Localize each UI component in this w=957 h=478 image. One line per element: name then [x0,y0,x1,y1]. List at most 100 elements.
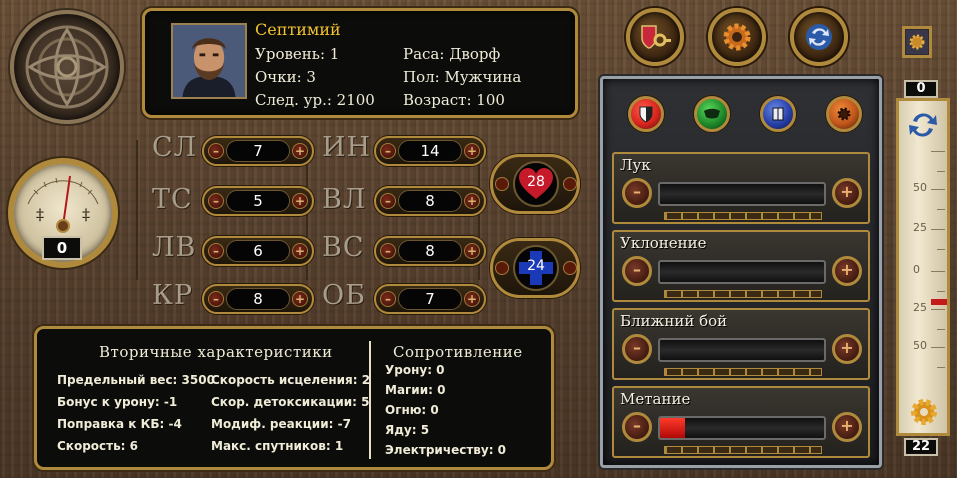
settings-button[interactable] [708,8,766,66]
stat-bea-increase-button[interactable]: + [464,291,480,307]
secondary-item: Скорость: 6 [57,439,139,453]
scale-bottom-value: 22 [904,438,938,456]
resistance-item: Электричеству: 0 [385,443,507,457]
character-race: Раса: Дворф [403,45,501,63]
stat-con-decrease-button[interactable]: – [208,193,224,209]
gauge-right-symbol: ‡ [82,205,90,224]
skill-increase-button[interactable]: + [832,256,862,286]
stat-int: – 14 + [374,136,486,166]
stat-str: – 7 + [202,136,314,166]
stat-dex-increase-button[interactable]: + [292,243,308,259]
stat-bea: – 7 + [374,284,486,314]
skill-decrease-button[interactable]: – [622,412,652,442]
stat-int-value: 14 [398,140,462,162]
skill-ruler [664,212,822,220]
character-portrait[interactable] [171,23,247,99]
stat-con-increase-button[interactable]: + [292,193,308,209]
stat-int-decrease-button[interactable]: – [380,143,396,159]
character-name: Септимий [255,20,341,39]
panel-divider [369,341,371,459]
mp-decrease-button[interactable] [495,261,509,275]
mp-value: 24 [527,258,545,274]
skill-increase-button[interactable]: + [832,178,862,208]
secondary-item: Макс. спутников: 1 [211,439,344,453]
resistance-item: Яду: 5 [385,423,430,437]
stat-str-increase-button[interactable]: + [292,143,308,159]
skill-decrease-button[interactable]: – [622,256,652,286]
swap-button[interactable] [790,8,848,66]
stat-bea-value: 7 [398,288,462,310]
stat-cha-decrease-button[interactable]: – [208,291,224,307]
skill-ruler [664,290,822,298]
skill-increase-button[interactable]: + [832,334,862,364]
stat-per-value: 8 [398,240,462,262]
skill-name: Ближний бой [620,312,728,330]
shield-icon [639,106,653,123]
skill-decrease-button[interactable]: – [622,178,652,208]
skill-name: Метание [620,390,691,408]
scale-marker [931,299,947,305]
stat-con: – 5 + [202,186,314,216]
secondary-item: Бонус к урону: -1 [57,395,178,409]
stat-wil-decrease-button[interactable]: – [380,193,396,209]
stat-bea-decrease-button[interactable]: – [380,291,396,307]
scale-top-value: 0 [904,80,938,98]
stat-dex-decrease-button[interactable]: – [208,243,224,259]
skill-ruler [664,446,822,454]
sun-emblem-icon [906,30,928,54]
celtic-medallion [10,10,124,124]
skill-row-melee: Ближний бой – + [612,308,870,380]
keys-button[interactable] [626,8,684,66]
character-gender: Пол: Мужчина [403,68,522,86]
resistance-title: Сопротивление [393,343,523,361]
stat-per-decrease-button[interactable]: – [380,243,396,259]
hit-points-display: 28 [490,154,580,214]
hp-decrease-button[interactable] [495,177,509,191]
stat-wil-value: 8 [398,190,462,212]
secondary-item: Скор. детоксикации: 5 [211,395,370,409]
stat-label-str: СЛ [152,132,198,163]
hp-increase-button[interactable] [563,177,577,191]
stat-cha: – 8 + [202,284,314,314]
skill-increase-button[interactable]: + [832,412,862,442]
secondary-item: Предельный вес: 3500 [57,373,215,387]
skill-tab-combat[interactable] [628,96,664,132]
fatigue-points-display: 24 [490,238,580,298]
character-next-level: След. ур.: 2100 [255,91,375,109]
stat-label-cha: КР [152,280,194,311]
portrait-image [173,25,245,97]
hp-value: 28 [527,174,545,190]
skill-tab-technological[interactable] [826,96,862,132]
skill-tab-thieving[interactable] [694,96,730,132]
scale-tick-label: 50 [913,181,927,194]
stat-per: – 8 + [374,236,486,266]
stat-label-dex: ЛВ [152,232,197,263]
secondary-item: Скорость исцеления: 2 [211,373,371,387]
character-points: Очки: 3 [255,68,316,86]
key-icon [641,25,671,49]
gear-icon [723,23,751,51]
secondary-stats-panel: Вторичные характеристики Предельный вес:… [34,326,554,470]
skill-decrease-button[interactable]: – [622,334,652,364]
stat-dex-value: 6 [226,240,290,262]
book-icon [772,107,784,121]
skill-name: Лук [620,156,651,174]
stat-dex: – 6 + [202,236,314,266]
stat-str-decrease-button[interactable]: – [208,143,224,159]
secondary-item: Поправка к КБ: -4 [57,417,182,431]
swap-icon [806,24,832,50]
skill-level-bar [658,416,826,440]
emblem-button[interactable] [902,26,932,58]
stat-cha-increase-button[interactable]: + [292,291,308,307]
stat-int-increase-button[interactable]: + [464,143,480,159]
skill-level-bar [658,182,826,206]
skill-tab-social[interactable] [760,96,796,132]
stat-per-increase-button[interactable]: + [464,243,480,259]
gauge-left-symbol: ‡ [36,205,44,224]
skill-row-dodge: Уклонение – + [612,230,870,302]
character-age: Возраст: 100 [403,91,505,109]
skill-level-bar [658,260,826,284]
scale-tick-label: 25 [913,301,927,314]
stat-wil-increase-button[interactable]: + [464,193,480,209]
mp-increase-button[interactable] [563,261,577,275]
